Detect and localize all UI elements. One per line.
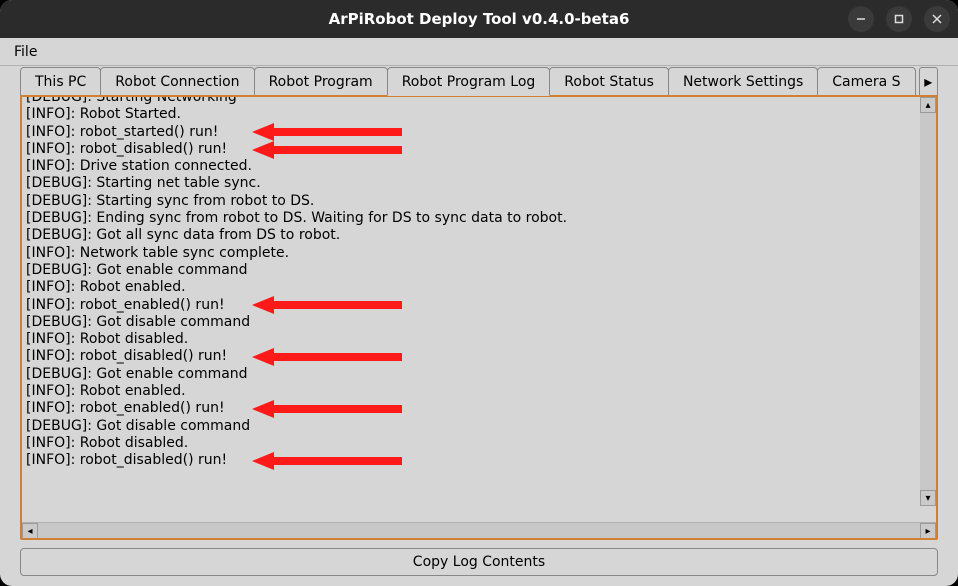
close-icon xyxy=(931,13,943,25)
scroll-down-button[interactable]: ▾ xyxy=(920,490,936,506)
tab-robot-status[interactable]: Robot Status xyxy=(549,67,669,96)
tab-robot-program[interactable]: Robot Program xyxy=(254,67,388,96)
tab-robot-connection[interactable]: Robot Connection xyxy=(100,67,254,96)
menu-file[interactable]: File xyxy=(8,42,43,62)
menubar: File xyxy=(0,38,958,66)
scroll-track-horizontal[interactable] xyxy=(38,523,920,538)
scroll-up-button[interactable]: ▴ xyxy=(920,97,936,113)
copy-log-button[interactable]: Copy Log Contents xyxy=(20,548,938,576)
window-title: ArPiRobot Deploy Tool v0.4.0-beta6 xyxy=(329,10,630,28)
minimize-button[interactable] xyxy=(848,6,874,32)
tab-label: Camera S xyxy=(832,74,900,90)
maximize-button[interactable] xyxy=(886,6,912,32)
titlebar: ArPiRobot Deploy Tool v0.4.0-beta6 xyxy=(0,0,958,38)
log-container: [DEBUG]: Starting Networking [INFO]: Rob… xyxy=(20,95,938,540)
tab-robot-program-log[interactable]: Robot Program Log xyxy=(387,67,551,96)
tab-this-pc[interactable]: This PC xyxy=(20,67,101,96)
tab-label: Robot Program Log xyxy=(402,74,536,90)
log-text[interactable]: [DEBUG]: Starting Networking [INFO]: Rob… xyxy=(22,97,920,472)
tab-content: [DEBUG]: Starting Networking [INFO]: Rob… xyxy=(0,94,958,586)
tab-label: This PC xyxy=(35,74,86,90)
window-controls xyxy=(848,0,950,38)
scroll-right-button[interactable]: ▸ xyxy=(920,523,936,539)
copy-log-label: Copy Log Contents xyxy=(413,554,545,570)
log-scroll-area: [DEBUG]: Starting Networking [INFO]: Rob… xyxy=(22,97,936,522)
tab-label: Network Settings xyxy=(683,74,803,90)
tab-label: Robot Program xyxy=(269,74,373,90)
tabbar: This PC Robot Connection Robot Program R… xyxy=(0,66,958,95)
scroll-track-vertical[interactable] xyxy=(920,113,936,490)
minimize-icon xyxy=(855,13,867,25)
tab-camera-stream[interactable]: Camera S xyxy=(817,67,915,96)
tab-label: Robot Connection xyxy=(115,74,239,90)
app-window: ArPiRobot Deploy Tool v0.4.0-beta6 File … xyxy=(0,0,958,586)
scroll-left-button[interactable]: ◂ xyxy=(22,523,38,539)
tab-label: Robot Status xyxy=(564,74,654,90)
vertical-scrollbar[interactable]: ▴ ▾ xyxy=(920,97,936,506)
close-button[interactable] xyxy=(924,6,950,32)
tab-network-settings[interactable]: Network Settings xyxy=(668,67,818,96)
tab-scroll-right-button[interactable]: ▸ xyxy=(919,67,938,96)
horizontal-scrollbar[interactable]: ◂ ▸ xyxy=(22,522,936,538)
maximize-icon xyxy=(893,13,905,25)
chevron-right-icon: ▸ xyxy=(924,72,932,91)
